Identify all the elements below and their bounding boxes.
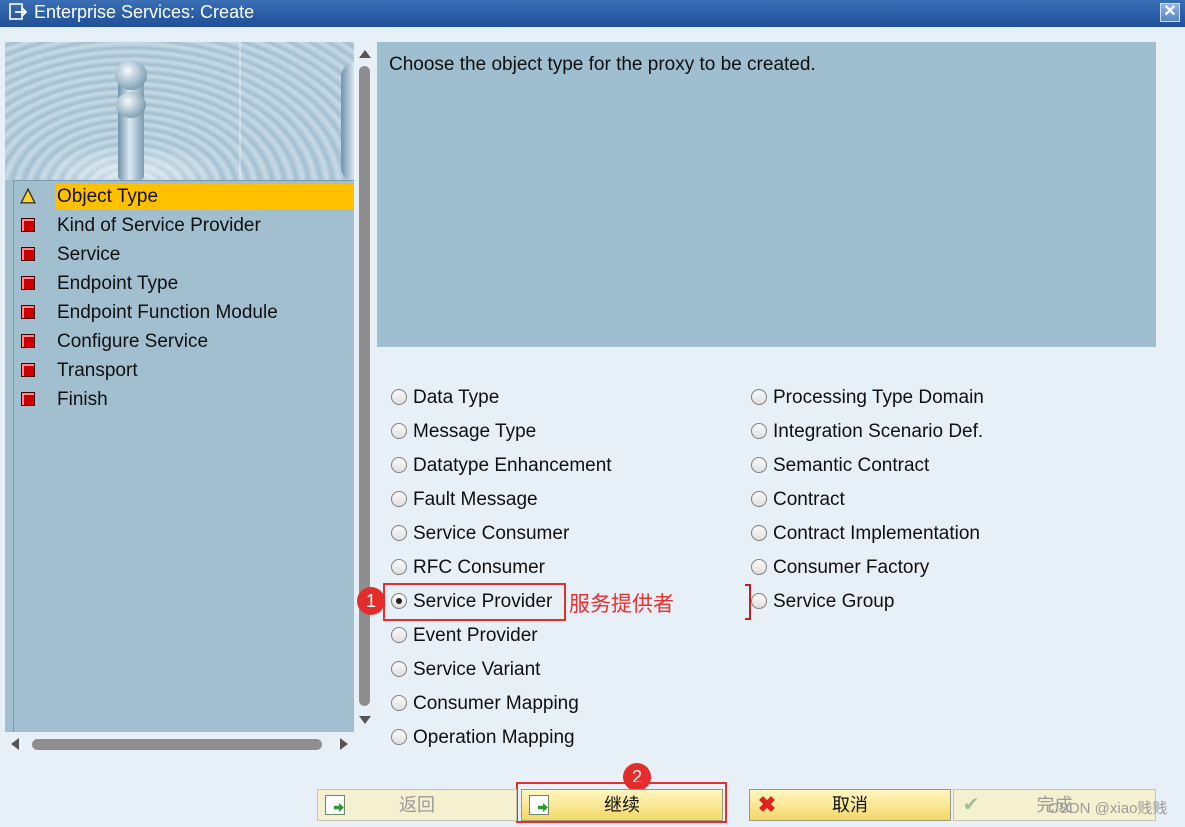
roadmap-step-service[interactable]: Service [14, 242, 354, 268]
option-label: Consumer Mapping [413, 693, 579, 714]
step-label: Service [57, 244, 121, 265]
error-status-icon [21, 218, 35, 232]
complete-check-icon: ✔ [962, 794, 980, 816]
roadmap-panel: Object Type Kind of Service Provider Ser… [5, 42, 354, 732]
roadmap-step-configure-service[interactable]: Configure Service [14, 329, 354, 355]
scroll-thumb[interactable] [32, 739, 322, 750]
option-label: Datatype Enhancement [413, 455, 612, 476]
radio-button[interactable] [751, 491, 767, 507]
option-label: Message Type [413, 421, 537, 442]
option-label: Service Variant [413, 659, 541, 680]
option-label: Service Consumer [413, 523, 570, 544]
continue-icon [529, 795, 549, 815]
roadmap-steps: Object Type Kind of Service Provider Ser… [13, 180, 354, 732]
step-label: Object Type [55, 184, 354, 210]
roadmap-vertical-scrollbar[interactable] [356, 42, 374, 732]
warning-triangle-icon [20, 188, 36, 204]
window-title: Enterprise Services: Create [34, 2, 255, 22]
radio-button[interactable] [391, 559, 407, 575]
radio-button[interactable] [751, 457, 767, 473]
roadmap-step-kind-of-service-provider[interactable]: Kind of Service Provider [14, 213, 354, 239]
radio-button[interactable] [391, 389, 407, 405]
annotation-note: 服务提供者 [569, 593, 674, 616]
roadmap-step-endpoint-function-module[interactable]: Endpoint Function Module [14, 300, 354, 326]
instruction-text: Choose the object type for the proxy to … [389, 54, 816, 75]
continue-button[interactable]: 继续 [521, 789, 723, 821]
roadmap-horizontal-scrollbar[interactable] [5, 734, 354, 754]
radio-button[interactable] [391, 729, 407, 745]
option-label: Operation Mapping [413, 727, 575, 748]
error-status-icon [21, 392, 35, 406]
back-button[interactable]: 返回 [317, 789, 517, 821]
step-label: Configure Service [57, 331, 209, 352]
error-status-icon [21, 334, 35, 348]
roadmap-step-transport[interactable]: Transport [14, 358, 354, 384]
step-label: Kind of Service Provider [57, 215, 261, 236]
radio-button[interactable] [391, 423, 407, 439]
radio-button[interactable] [751, 423, 767, 439]
radio-button[interactable] [751, 559, 767, 575]
annotation-highlight-service-provider [383, 583, 566, 621]
close-button[interactable]: ✕ [1160, 3, 1180, 22]
radio-button[interactable] [391, 695, 407, 711]
radio-button[interactable] [391, 661, 407, 677]
watermark: CSDN @xiao贱贱 [1048, 800, 1168, 817]
option-label: Data Type [413, 387, 500, 408]
roadmap-step-finish[interactable]: Finish [14, 387, 354, 413]
back-button-label: 返回 [399, 795, 435, 815]
scroll-up-icon[interactable] [359, 50, 371, 58]
annotation-marker-1: 1 [357, 587, 385, 615]
radio-button[interactable] [751, 389, 767, 405]
back-icon [325, 795, 345, 815]
step-label: Finish [57, 389, 108, 410]
continue-button-label: 继续 [604, 795, 640, 815]
step-label: Transport [57, 360, 138, 381]
radio-button[interactable] [751, 525, 767, 541]
water-drop-image [5, 42, 354, 182]
scroll-down-icon[interactable] [359, 716, 371, 724]
annotation-bracket [745, 584, 751, 620]
error-status-icon [21, 363, 35, 377]
error-status-icon [21, 247, 35, 261]
error-status-icon [21, 305, 35, 319]
create-window-icon [9, 3, 28, 20]
option-label: Service Group [773, 591, 895, 612]
cancel-button[interactable]: ✖ 取消 [749, 789, 951, 821]
option-label: Contract [773, 489, 845, 510]
radio-button[interactable] [391, 491, 407, 507]
option-label: Processing Type Domain [773, 387, 984, 408]
option-label: Event Provider [413, 625, 538, 646]
option-label: Integration Scenario Def. [773, 421, 984, 442]
radio-button[interactable] [751, 593, 767, 609]
option-label: Consumer Factory [773, 557, 930, 578]
option-label: Contract Implementation [773, 523, 980, 544]
step-label: Endpoint Type [57, 273, 179, 294]
option-label: RFC Consumer [413, 557, 545, 578]
roadmap-step-object-type[interactable]: Object Type [14, 184, 354, 210]
roadmap-step-endpoint-type[interactable]: Endpoint Type [14, 271, 354, 297]
option-label: Fault Message [413, 489, 538, 510]
instruction-panel: Choose the object type for the proxy to … [377, 42, 1156, 347]
radio-button[interactable] [391, 525, 407, 541]
radio-button[interactable] [391, 627, 407, 643]
step-label: Endpoint Function Module [57, 302, 278, 323]
title-bar: Enterprise Services: Create ✕ [0, 0, 1185, 27]
cancel-x-icon: ✖ [757, 792, 777, 817]
radio-button[interactable] [391, 457, 407, 473]
option-label: Semantic Contract [773, 455, 930, 476]
error-status-icon [21, 276, 35, 290]
cancel-button-label: 取消 [832, 795, 868, 815]
scroll-left-icon[interactable] [11, 738, 19, 750]
scroll-right-icon[interactable] [340, 738, 348, 750]
